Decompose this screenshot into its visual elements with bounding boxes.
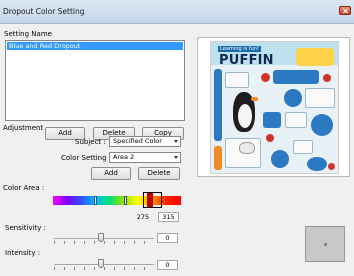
color-area-slider[interactable]	[147, 193, 153, 207]
subject-value: Specified Color	[113, 137, 162, 145]
poster-circle	[284, 89, 302, 107]
spectrum-thumb[interactable]	[94, 196, 97, 205]
sensitivity-label: Sensitivity :	[5, 224, 47, 232]
poster-circle	[271, 150, 289, 168]
color-area-from: 275	[136, 213, 150, 221]
poster-panel	[305, 88, 335, 108]
subject-label: Subject :	[75, 138, 106, 146]
list-item[interactable]: Blue and Red Dropout	[7, 42, 183, 50]
poster-callout	[296, 48, 334, 66]
poster-panel	[214, 146, 222, 170]
color-setting-value: Area 2	[113, 153, 135, 161]
chevron-down-icon	[174, 156, 178, 159]
adjustment-label: Adjustment	[3, 124, 44, 132]
window-title: Dropout Color Setting	[3, 7, 85, 16]
poster-panel	[225, 72, 249, 88]
poster-marker	[323, 74, 331, 82]
spectrum-thumb[interactable]	[124, 196, 127, 205]
sensitivity-field[interactable]: 0	[157, 233, 178, 243]
poster-panel	[293, 140, 313, 154]
puffin-beak	[251, 97, 258, 101]
adjustment-add-button[interactable]: Add	[91, 167, 131, 180]
color-setting-label: Color Setting :	[61, 154, 112, 162]
poster-title: PUFFIN	[219, 53, 274, 68]
poster-circle	[311, 114, 333, 136]
poster-marker	[266, 134, 274, 142]
close-icon[interactable]	[339, 6, 351, 15]
intensity-field[interactable]: 0	[157, 260, 178, 270]
poster-marker	[328, 163, 335, 170]
intensity-track[interactable]	[54, 264, 154, 265]
color-swatch	[305, 226, 345, 262]
intensity-label: Intensity :	[5, 249, 41, 257]
poster-panel	[273, 70, 319, 84]
poster-panel	[285, 112, 307, 128]
sensitivity-slider-handle[interactable]	[98, 233, 104, 242]
chevron-down-icon	[174, 140, 178, 143]
poster-panel	[214, 69, 222, 141]
seagull-figure	[239, 142, 255, 154]
title-bar: Dropout Color Setting	[0, 0, 354, 24]
color-area-label: Color Area :	[3, 184, 45, 192]
subject-select[interactable]: Specified Color	[109, 136, 181, 147]
adjustment-delete-button[interactable]: Delete	[138, 167, 180, 180]
intensity-slider-handle[interactable]	[98, 259, 104, 268]
poster-panel	[263, 112, 281, 128]
swatch-dot	[324, 243, 327, 246]
poster-subtitle: Learning is fun!	[218, 46, 261, 52]
sensitivity-track[interactable]	[54, 238, 154, 239]
setting-name-label: Setting Name	[4, 30, 52, 38]
color-area-to-field[interactable]: 315	[158, 212, 179, 222]
color-setting-select[interactable]: Area 2	[109, 152, 181, 163]
puffin-belly	[238, 104, 252, 128]
intensity-ticks	[54, 267, 154, 270]
poster-marker	[261, 73, 270, 82]
poster-circle	[307, 157, 327, 171]
sensitivity-ticks	[54, 241, 154, 244]
setting-name-list[interactable]: Blue and Red Dropout	[5, 40, 185, 121]
preview-image: Learning is fun! PUFFIN	[210, 41, 339, 174]
